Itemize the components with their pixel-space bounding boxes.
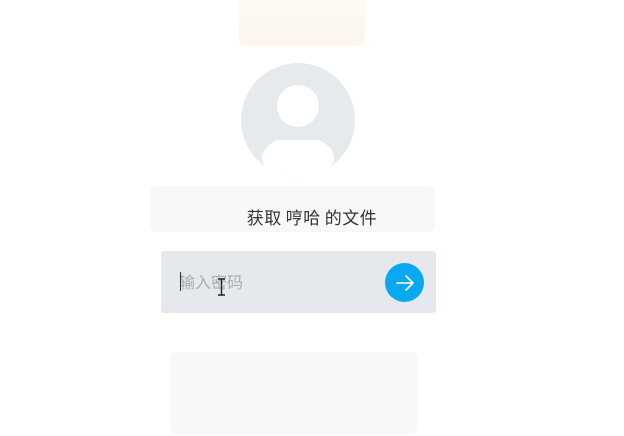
user-avatar-icon (241, 85, 355, 177)
avatar (241, 63, 355, 177)
title-prefix: 获取 (246, 209, 282, 229)
share-title: 获取 哼哈 的文件 (0, 204, 624, 229)
top-banner (239, 0, 365, 46)
share-user-name: 哼哈 (285, 209, 321, 229)
title-suffix: 的文件 (324, 209, 378, 229)
submit-button[interactable] (385, 263, 424, 302)
text-caret (180, 272, 181, 291)
password-input[interactable] (179, 269, 379, 295)
ghost-bar (170, 352, 418, 434)
text-cursor-icon (218, 278, 225, 296)
share-password-page: 获取 哼哈 的文件 (0, 0, 624, 436)
arrow-right-icon (395, 274, 414, 291)
